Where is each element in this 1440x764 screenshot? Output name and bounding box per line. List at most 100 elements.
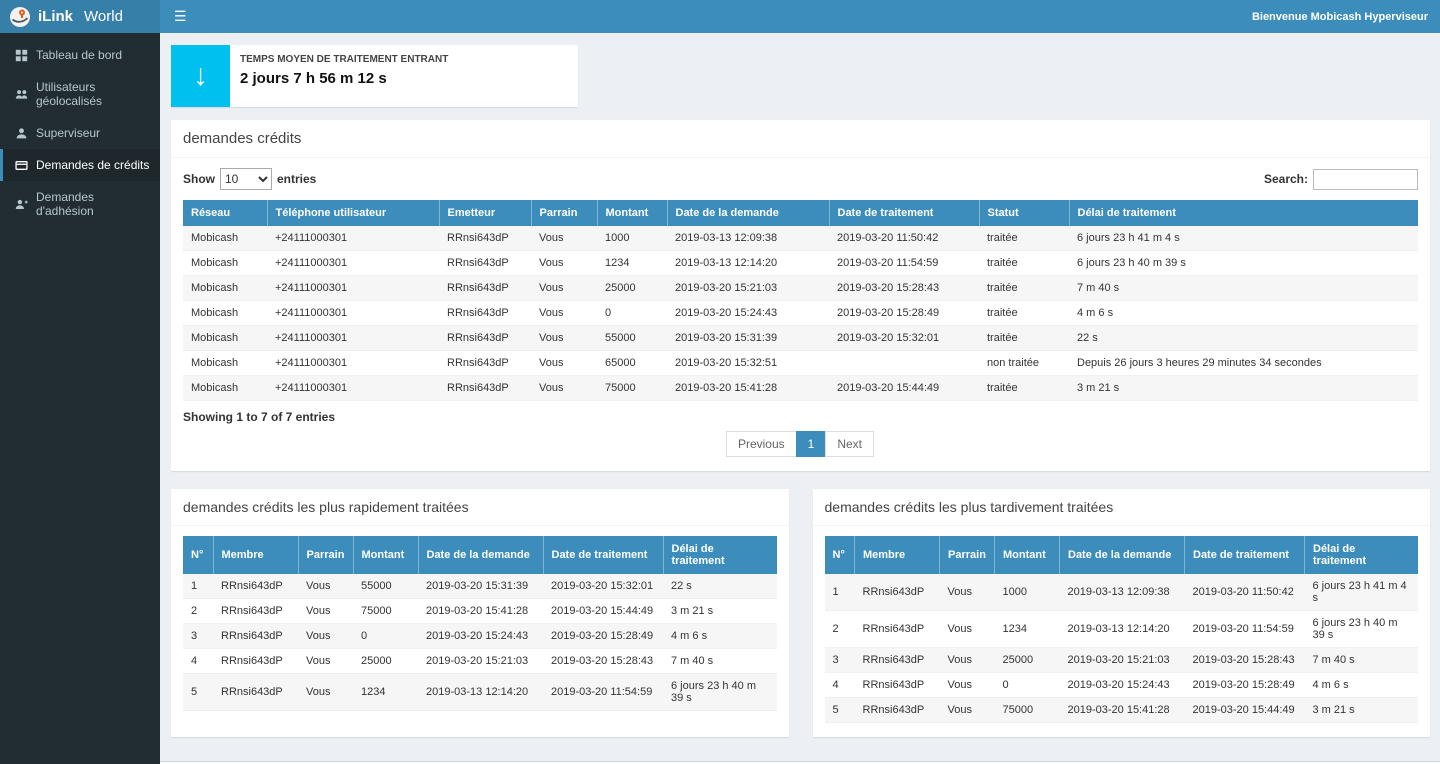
table-cell: 7 m 40 s bbox=[1305, 648, 1419, 673]
table-cell: Vous bbox=[940, 698, 995, 723]
sidebar-item-demandes-de-credits[interactable]: Demandes de crédits bbox=[0, 149, 160, 181]
search-label: Search: bbox=[1264, 172, 1308, 186]
column-header[interactable]: Montant bbox=[995, 536, 1060, 574]
sidebar-item-tableau-de-bord[interactable]: Tableau de bord bbox=[0, 39, 160, 71]
table-cell: 2019-03-20 15:24:43 bbox=[667, 301, 829, 326]
table-cell: 22 s bbox=[663, 574, 777, 599]
column-header[interactable]: Emetteur bbox=[439, 200, 531, 226]
app-brand[interactable]: iLinkWorld bbox=[0, 0, 160, 33]
table-cell: 2019-03-20 15:31:39 bbox=[667, 326, 829, 351]
sidebar-item-superviseur[interactable]: Superviseur bbox=[0, 117, 160, 149]
column-header[interactable]: Date de traitement bbox=[829, 200, 979, 226]
table-cell: Vous bbox=[531, 251, 597, 276]
show-label: Show bbox=[183, 172, 215, 186]
column-header[interactable]: Délai de traitement bbox=[1069, 200, 1418, 226]
search-input[interactable] bbox=[1313, 169, 1418, 190]
sidebar-item-label: Utilisateurs géolocalisés bbox=[36, 80, 152, 108]
panel-body: N°MembreParrainMontantDate de la demande… bbox=[171, 526, 789, 725]
table-cell: 4 bbox=[183, 649, 213, 674]
table-cell: RRnsi643dP bbox=[855, 611, 940, 648]
table-cell: 25000 bbox=[597, 276, 667, 301]
table-cell: 2019-03-13 12:14:20 bbox=[1060, 611, 1185, 648]
table-showing-info: Showing 1 to 7 of 7 entries bbox=[183, 410, 1418, 424]
pagination-page-1-button[interactable]: 1 bbox=[796, 431, 827, 457]
table-cell: 3 bbox=[825, 648, 855, 673]
column-header[interactable]: Téléphone utilisateur bbox=[267, 200, 439, 226]
table-cell: Vous bbox=[940, 648, 995, 673]
column-header[interactable]: Parrain bbox=[940, 536, 995, 574]
table-row: Mobicash+24111000301RRnsi643dPVous02019-… bbox=[183, 301, 1418, 326]
table-cell: 7 m 40 s bbox=[1069, 276, 1418, 301]
credit-requests-table: RéseauTéléphone utilisateurEmetteurParra… bbox=[183, 200, 1418, 401]
table-cell: +24111000301 bbox=[267, 326, 439, 351]
sidebar-item-label: Superviseur bbox=[36, 126, 100, 140]
column-header[interactable]: Montant bbox=[353, 536, 418, 574]
table-cell: traitée bbox=[979, 376, 1069, 401]
table-cell: Vous bbox=[531, 276, 597, 301]
page-length-select[interactable]: 10 bbox=[220, 168, 272, 190]
column-header[interactable]: Date de la demande bbox=[418, 536, 543, 574]
column-header[interactable]: Date de la demande bbox=[667, 200, 829, 226]
pagination-previous-button[interactable]: Previous bbox=[726, 431, 797, 457]
column-header[interactable]: Parrain bbox=[531, 200, 597, 226]
table-row: Mobicash+24111000301RRnsi643dPVous750002… bbox=[183, 376, 1418, 401]
table-row: Mobicash+24111000301RRnsi643dPVous100020… bbox=[183, 226, 1418, 251]
column-header[interactable]: Date de traitement bbox=[543, 536, 663, 574]
table-cell: 1234 bbox=[597, 251, 667, 276]
table-cell: RRnsi643dP bbox=[213, 574, 298, 599]
table-header-row: N°MembreParrainMontantDate de la demande… bbox=[183, 536, 777, 574]
panel-title: demandes crédits les plus rapidement tra… bbox=[171, 489, 789, 526]
table-cell: 2019-03-20 15:41:28 bbox=[418, 599, 543, 624]
panel-body: Show 10 entries Search: RéseauTéléphone … bbox=[171, 158, 1430, 471]
table-cell: 1234 bbox=[353, 674, 418, 711]
table-cell: +24111000301 bbox=[267, 351, 439, 376]
column-header[interactable]: Parrain bbox=[298, 536, 353, 574]
sidebar-toggle-icon[interactable]: ☰ bbox=[160, 0, 201, 33]
sidebar-item-demandes-adhesion[interactable]: Demandes d'adhésion bbox=[0, 181, 160, 227]
table-cell: RRnsi643dP bbox=[439, 251, 531, 276]
table-cell: RRnsi643dP bbox=[213, 674, 298, 711]
sidebar-item-label: Tableau de bord bbox=[36, 48, 122, 62]
table-cell: 2019-03-20 15:44:49 bbox=[543, 599, 663, 624]
table-cell: 22 s bbox=[1069, 326, 1418, 351]
table-cell: Depuis 26 jours 3 heures 29 minutes 34 s… bbox=[1069, 351, 1418, 376]
table-cell: 2019-03-20 15:28:49 bbox=[1185, 673, 1305, 698]
table-row: 1RRnsi643dPVous10002019-03-13 12:09:3820… bbox=[825, 574, 1419, 611]
table-cell: RRnsi643dP bbox=[439, 326, 531, 351]
column-header[interactable]: N° bbox=[183, 536, 213, 574]
content-area: ↓ TEMPS MOYEN DE TRAITEMENT ENTRANT 2 jo… bbox=[160, 33, 1440, 761]
column-header[interactable]: Montant bbox=[597, 200, 667, 226]
table-cell: 4 m 6 s bbox=[1305, 673, 1419, 698]
table-cell: 2019-03-20 15:28:43 bbox=[829, 276, 979, 301]
table-cell: RRnsi643dP bbox=[855, 698, 940, 723]
column-header[interactable]: Réseau bbox=[183, 200, 267, 226]
table-cell: 2019-03-20 15:21:03 bbox=[1060, 648, 1185, 673]
user-icon bbox=[15, 127, 28, 140]
table-cell bbox=[829, 351, 979, 376]
column-header[interactable]: Membre bbox=[213, 536, 298, 574]
table-cell: 1000 bbox=[597, 226, 667, 251]
column-header[interactable]: Date de la demande bbox=[1060, 536, 1185, 574]
column-header[interactable]: N° bbox=[825, 536, 855, 574]
table-cell: +24111000301 bbox=[267, 301, 439, 326]
column-header[interactable]: Statut bbox=[979, 200, 1069, 226]
table-cell: 3 m 21 s bbox=[663, 599, 777, 624]
table-cell: 4 m 6 s bbox=[663, 624, 777, 649]
table-header-row: RéseauTéléphone utilisateurEmetteurParra… bbox=[183, 200, 1418, 226]
fastest-requests-panel: demandes crédits les plus rapidement tra… bbox=[171, 489, 789, 737]
table-cell: 0 bbox=[597, 301, 667, 326]
sidebar-item-utilisateurs-geolocalises[interactable]: Utilisateurs géolocalisés bbox=[0, 71, 160, 117]
brand-name-light: World bbox=[84, 8, 123, 25]
column-header[interactable]: Délai de traitement bbox=[1305, 536, 1419, 574]
column-header[interactable]: Date de traitement bbox=[1185, 536, 1305, 574]
user-plus-icon bbox=[15, 198, 28, 211]
pagination-next-button[interactable]: Next bbox=[825, 431, 874, 457]
welcome-user-label[interactable]: Bienvenue Mobicash Hyperviseur bbox=[1252, 11, 1440, 23]
sidebar-item-label: Demandes d'adhésion bbox=[36, 190, 152, 218]
column-header[interactable]: Délai de traitement bbox=[663, 536, 777, 574]
table-cell: 55000 bbox=[353, 574, 418, 599]
table-cell: 6 jours 23 h 41 m 4 s bbox=[1305, 574, 1419, 611]
column-header[interactable]: Membre bbox=[855, 536, 940, 574]
slowest-requests-panel: demandes crédits les plus tardivement tr… bbox=[813, 489, 1431, 737]
table-cell: 1000 bbox=[995, 574, 1060, 611]
